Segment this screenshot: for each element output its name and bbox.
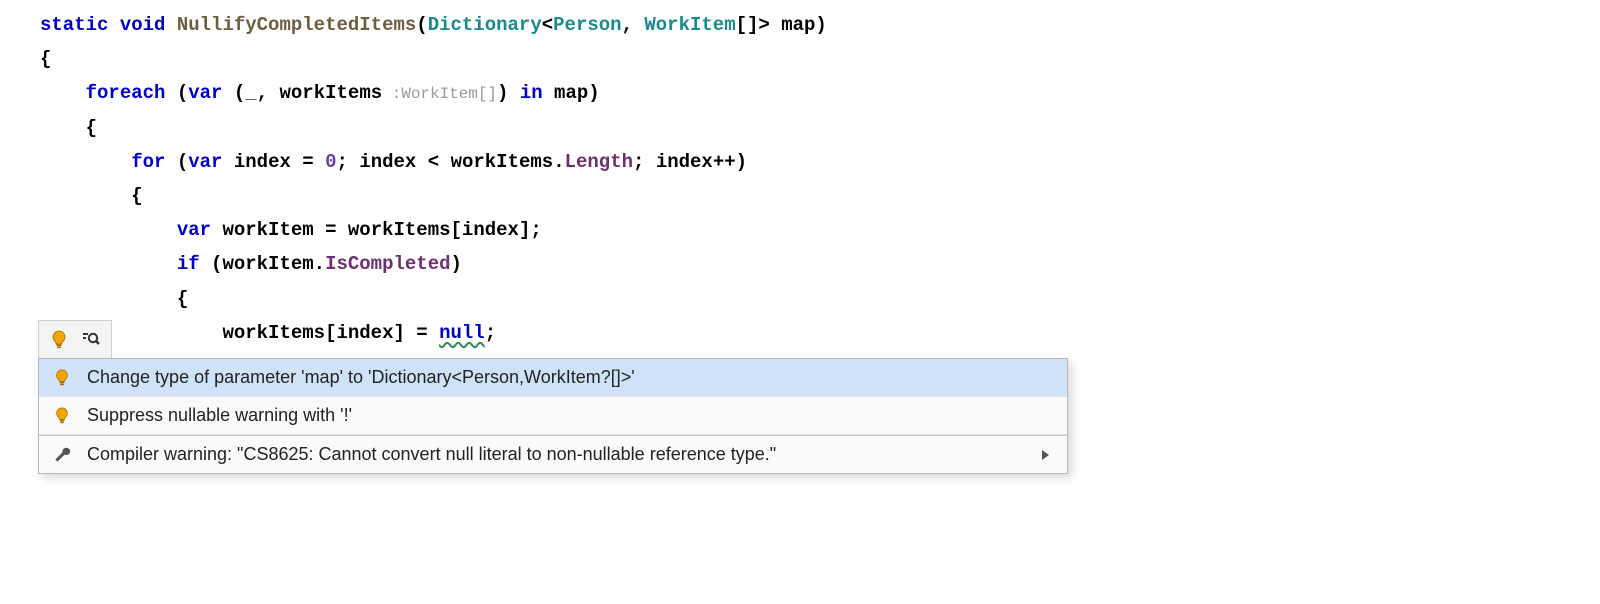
lightbulb-gutter[interactable] (38, 320, 112, 358)
code-line: { (40, 179, 1600, 213)
code-line: var workItem = workItems[index]; (40, 213, 1600, 247)
find-icon (81, 330, 101, 350)
wrench-icon (53, 446, 71, 464)
quick-actions-popup: Change type of parameter 'map' to 'Dicti… (38, 358, 1068, 474)
code-line: { (40, 42, 1600, 76)
quick-action-change-type[interactable]: Change type of parameter 'map' to 'Dicti… (39, 359, 1067, 397)
code-line: for (var index = 0; index < workItems.Le… (40, 145, 1600, 179)
code-line: { (40, 282, 1600, 316)
quick-action-suppress-warning[interactable]: Suppress nullable warning with '!' (39, 397, 1067, 435)
lightbulb-icon (53, 369, 71, 387)
code-editor[interactable]: static void NullifyCompletedItems(Dictio… (0, 0, 1600, 350)
lightbulb-icon (53, 407, 71, 425)
code-line: workItems[index] = null; (40, 316, 1600, 350)
code-line: if (workItem.IsCompleted) (40, 247, 1600, 281)
code-line: foreach (var (_, workItems :WorkItem[]) … (40, 76, 1600, 110)
code-line: static void NullifyCompletedItems(Dictio… (40, 8, 1600, 42)
quick-action-label: Compiler warning: "CS8625: Cannot conver… (87, 444, 1026, 465)
lightbulb-icon (49, 330, 69, 350)
quick-action-label: Change type of parameter 'map' to 'Dicti… (87, 367, 1053, 388)
quick-action-label: Suppress nullable warning with '!' (87, 405, 1053, 426)
code-line: { (40, 111, 1600, 145)
quick-action-compiler-warning[interactable]: Compiler warning: "CS8625: Cannot conver… (39, 436, 1067, 473)
chevron-right-icon (1042, 450, 1049, 460)
